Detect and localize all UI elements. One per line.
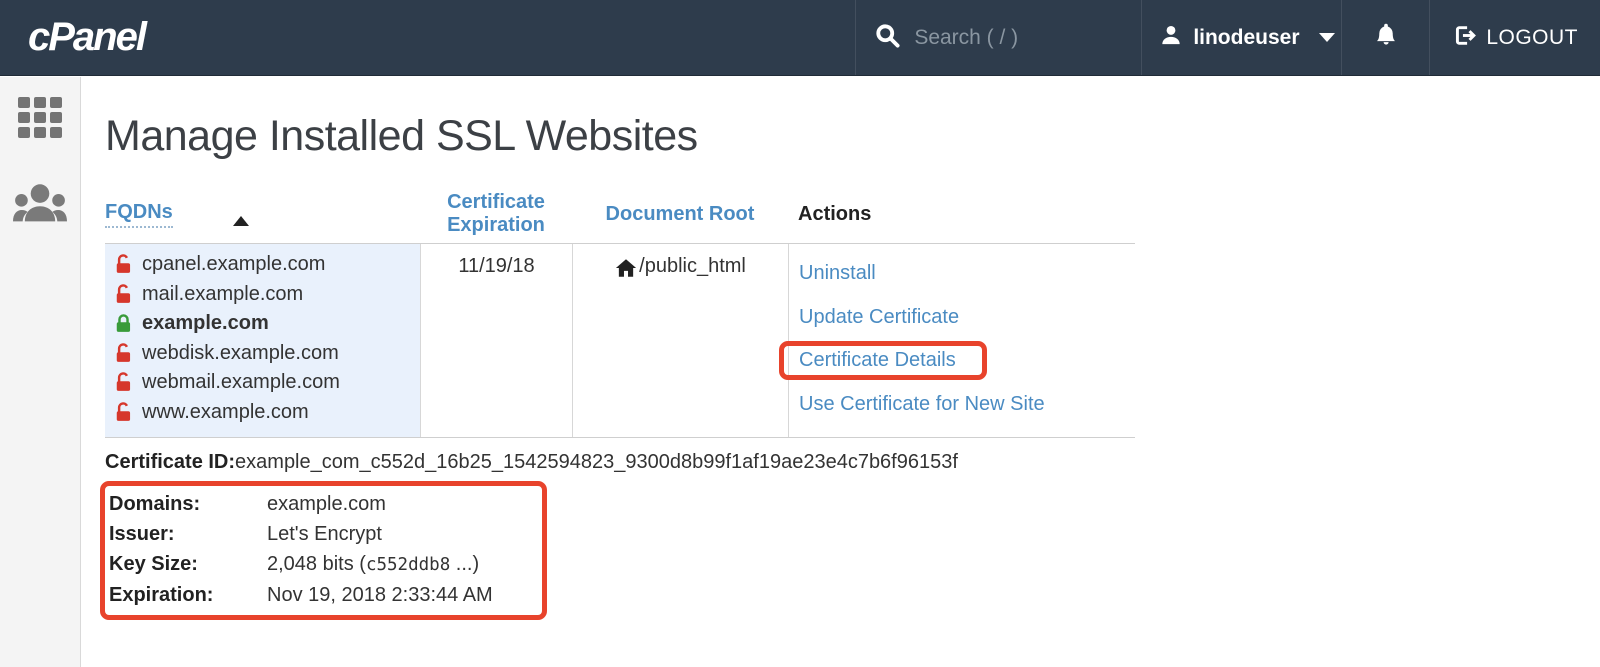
issuer-value: Let's Encrypt xyxy=(267,519,382,549)
column-header-fqdns: FQDNs xyxy=(105,201,420,228)
certificate-expiration-cell: 11/19/18 xyxy=(420,244,572,437)
sort-ascending-icon xyxy=(233,216,249,226)
certificate-id-label: Certificate ID: xyxy=(105,451,235,473)
fqdns-cell: cpanel.example.com mail.example.com exam… xyxy=(105,244,420,437)
main-content: Manage Installed SSL Websites FQDNs Cert… xyxy=(81,76,1600,620)
unlocked-icon xyxy=(113,343,134,364)
domain-label: cpanel.example.com xyxy=(142,253,325,276)
domain-label: webmail.example.com xyxy=(142,371,340,394)
unlocked-icon xyxy=(113,284,134,305)
expiration-value: Nov 19, 2018 2:33:44 AM xyxy=(267,580,493,610)
column-header-certificate-expiration[interactable]: Certificate Expiration xyxy=(420,191,572,237)
domains-value: example.com xyxy=(267,489,386,519)
action-item: Certificate Details xyxy=(799,339,1135,383)
uninstall-link[interactable]: Uninstall xyxy=(799,262,876,285)
search-icon xyxy=(874,22,901,54)
annotation-box: Certificate Details xyxy=(779,341,987,380)
search-input[interactable] xyxy=(914,26,1123,50)
search-box[interactable] xyxy=(855,0,1141,75)
username-label: linodeuser xyxy=(1193,26,1299,50)
key-size-value: 2,048 bits (c552ddb8 ...) xyxy=(267,549,479,580)
navbar-right: linodeuser LOGOUT xyxy=(855,0,1600,75)
domain-item: cpanel.example.com xyxy=(113,250,412,280)
table-row: cpanel.example.com mail.example.com exam… xyxy=(105,244,1135,438)
logout-icon xyxy=(1452,23,1477,53)
domains-label: Domains: xyxy=(109,489,267,519)
detail-row-issuer: Issuer: Let's Encrypt xyxy=(109,519,534,549)
user-menu[interactable]: linodeuser xyxy=(1141,0,1341,75)
domain-label: www.example.com xyxy=(142,401,309,424)
locked-icon xyxy=(113,313,134,334)
annotation-box: Domains: example.com Issuer: Let's Encry… xyxy=(100,481,547,620)
left-sidebar xyxy=(0,77,81,667)
certificate-id-value: example_com_c552d_16b25_1542594823_9300d… xyxy=(235,451,958,473)
action-item: Use Certificate for New Site xyxy=(799,383,1135,427)
page-title: Manage Installed SSL Websites xyxy=(105,112,1600,161)
column-header-actions: Actions xyxy=(788,203,1135,226)
document-root-path: /public_html xyxy=(639,255,746,278)
document-root-cell: /public_html xyxy=(572,244,788,437)
apps-grid-icon[interactable] xyxy=(16,93,64,146)
detail-row-domains: Domains: example.com xyxy=(109,489,534,519)
issuer-label: Issuer: xyxy=(109,519,267,549)
table-header-row: FQDNs Certificate Expiration Document Ro… xyxy=(105,191,1135,244)
domain-label: webdisk.example.com xyxy=(142,342,339,365)
user-icon xyxy=(1160,23,1182,52)
domain-label: mail.example.com xyxy=(142,283,303,306)
ssl-websites-table: FQDNs Certificate Expiration Document Ro… xyxy=(105,191,1135,438)
use-certificate-new-site-link[interactable]: Use Certificate for New Site xyxy=(799,393,1045,416)
top-navbar: cPanel linodeuser xyxy=(0,0,1600,76)
key-fingerprint: c552ddb8 xyxy=(366,555,450,575)
unlocked-icon xyxy=(113,254,134,275)
user-manager-icon[interactable] xyxy=(13,182,67,227)
notifications-button[interactable] xyxy=(1341,0,1429,75)
cpanel-logo: cPanel xyxy=(28,0,145,75)
chevron-down-icon xyxy=(1319,33,1335,42)
logout-label: LOGOUT xyxy=(1486,26,1578,50)
update-certificate-link[interactable]: Update Certificate xyxy=(799,306,959,329)
domain-item: www.example.com xyxy=(113,398,412,428)
key-size-label: Key Size: xyxy=(109,549,267,580)
detail-row-expiration: Expiration: Nov 19, 2018 2:33:44 AM xyxy=(109,580,534,610)
action-item: Uninstall xyxy=(799,252,1135,296)
domain-item: example.com xyxy=(113,309,412,339)
bell-icon xyxy=(1373,21,1399,54)
expiration-label: Expiration: xyxy=(109,580,267,610)
domain-label: example.com xyxy=(142,312,269,335)
action-item: Update Certificate xyxy=(799,296,1135,340)
home-icon xyxy=(615,255,637,285)
actions-cell: Uninstall Update Certificate Certificate… xyxy=(788,244,1135,437)
unlocked-icon xyxy=(113,402,134,423)
domain-item: webmail.example.com xyxy=(113,368,412,398)
detail-row-key-size: Key Size: 2,048 bits (c552ddb8 ...) xyxy=(109,549,534,580)
certificate-id-line: Certificate ID:example_com_c552d_16b25_1… xyxy=(105,451,1600,474)
certificate-details-link[interactable]: Certificate Details xyxy=(799,349,956,371)
domain-item: webdisk.example.com xyxy=(113,339,412,369)
domain-item: mail.example.com xyxy=(113,280,412,310)
logout-button[interactable]: LOGOUT xyxy=(1429,0,1600,75)
column-header-document-root[interactable]: Document Root xyxy=(572,203,788,226)
unlocked-icon xyxy=(113,372,134,393)
certificate-details-section: Certificate ID:example_com_c552d_16b25_1… xyxy=(105,451,1600,620)
fqdns-sort-link[interactable]: FQDNs xyxy=(105,201,173,228)
